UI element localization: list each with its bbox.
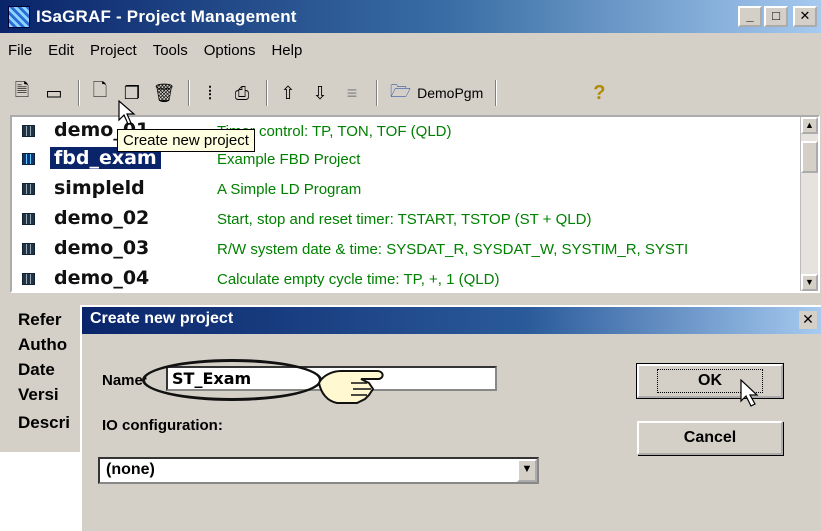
project-description: Example FBD Project [217, 151, 361, 168]
maximize-button[interactable]: □ [764, 6, 788, 27]
properties-icon[interactable]: ▭ [40, 79, 68, 107]
folder-icon: 🗁 [390, 81, 412, 101]
sort-icon[interactable]: ≡ [338, 79, 366, 107]
chevron-down-icon[interactable]: ▼ [517, 459, 537, 482]
project-name: demo_02 [54, 207, 150, 229]
menu-help[interactable]: Help [263, 40, 310, 64]
scroll-thumb[interactable] [801, 141, 818, 173]
create-project-dialog: Create new project ✕ Name: ST_Exam IO co… [80, 305, 821, 531]
name-label: Name: [102, 372, 148, 389]
mouse-cursor-icon [740, 379, 759, 407]
open-project-icon[interactable]: 🗎 [8, 79, 36, 107]
demo-program-label: DemoPgm [417, 85, 484, 101]
list-item[interactable]: simpleld A Simple LD Program [12, 175, 792, 202]
version-label: Versi [18, 385, 59, 404]
project-icon [22, 183, 35, 195]
io-configuration-label: IO configuration: [102, 417, 223, 434]
io-configuration-value: (none) [106, 461, 155, 478]
print-icon[interactable]: ⎙ [228, 79, 256, 107]
new-project-icon[interactable]: 🗋 [86, 79, 114, 107]
menu-edit[interactable]: Edit [40, 40, 82, 64]
demo-program-button[interactable]: 🗁 DemoPgm [384, 79, 489, 108]
menu-tools[interactable]: Tools [145, 40, 196, 64]
toolbar-separator [78, 80, 80, 106]
dialog-title: Create new project [90, 310, 234, 327]
isagraf-app-icon [8, 5, 30, 28]
project-description: Calculate empty cycle time: TP, +, 1 (QL… [217, 271, 500, 288]
list-item[interactable]: demo_02 Start, stop and reset timer: TST… [12, 205, 792, 232]
cancel-label: Cancel [683, 429, 737, 446]
scroll-up-icon[interactable]: ▲ [801, 117, 818, 134]
highlight-ellipse [142, 359, 322, 401]
dialog-close-icon[interactable]: ✕ [799, 311, 817, 329]
delete-project-icon[interactable]: 🗑 [150, 79, 178, 107]
toolbar-separator [376, 80, 378, 106]
project-icon [22, 273, 35, 285]
author-label: Autho [18, 335, 68, 354]
cancel-button[interactable]: Cancel [637, 421, 783, 455]
pointing-hand-icon [317, 370, 384, 404]
toolbar-separator [495, 80, 498, 106]
toolbar: 🗎 ▭ 🗋 ❐ 🗑 ⦙ ⎙ ⇧ ⇩ ≡ 🗁 DemoPgm ? [8, 74, 605, 112]
move-up-icon[interactable]: ⇧ [274, 79, 302, 107]
project-description: R/W system date & time: SYSDAT_R, SYSDAT… [217, 241, 689, 258]
project-name: demo_03 [54, 237, 150, 259]
list-item[interactable]: demo_04 Calculate empty cycle time: TP, … [12, 265, 792, 292]
project-icon [22, 153, 35, 165]
move-down-icon[interactable]: ⇩ [306, 79, 334, 107]
project-description: Start, stop and reset timer: TSTART, TST… [217, 211, 592, 228]
menu-file[interactable]: File [0, 40, 40, 64]
io-configuration-select[interactable]: (none) ▼ [98, 457, 539, 484]
tooltip: Create new project [117, 129, 255, 152]
project-name: demo_04 [54, 267, 150, 289]
scroll-down-icon[interactable]: ▼ [801, 274, 818, 291]
toolbar-separator [188, 80, 190, 106]
close-button[interactable]: ✕ [793, 6, 817, 27]
project-name: simpleld [54, 177, 145, 199]
date-label: Date [18, 360, 55, 379]
mouse-cursor-icon [118, 100, 136, 125]
project-icon [22, 213, 35, 225]
minimize-button[interactable]: _ [738, 6, 762, 27]
help-icon[interactable]: ? [593, 82, 605, 105]
project-icon [22, 125, 35, 137]
toolbar-separator [266, 80, 268, 106]
menu-bar: File Edit Project Tools Options Help [0, 40, 310, 64]
project-description: A Simple LD Program [217, 181, 362, 198]
list-item[interactable]: demo_03 R/W system date & time: SYSDAT_R… [12, 235, 792, 262]
window-controls: _ □ ✕ [738, 6, 817, 27]
window-title: ISaGRAF - Project Management [36, 6, 297, 26]
menu-project[interactable]: Project [82, 40, 145, 64]
dialog-title-bar: Create new project [82, 307, 821, 334]
menu-options[interactable]: Options [196, 40, 264, 64]
description-label: Descri [18, 413, 70, 432]
reference-label: Refer [18, 310, 62, 329]
vertical-scrollbar[interactable]: ▲ ▼ [800, 117, 818, 291]
project-icon [22, 243, 35, 255]
archive-icon[interactable]: ⦙ [196, 79, 224, 107]
title-bar: ISaGRAF - Project Management _ □ ✕ [0, 0, 821, 33]
